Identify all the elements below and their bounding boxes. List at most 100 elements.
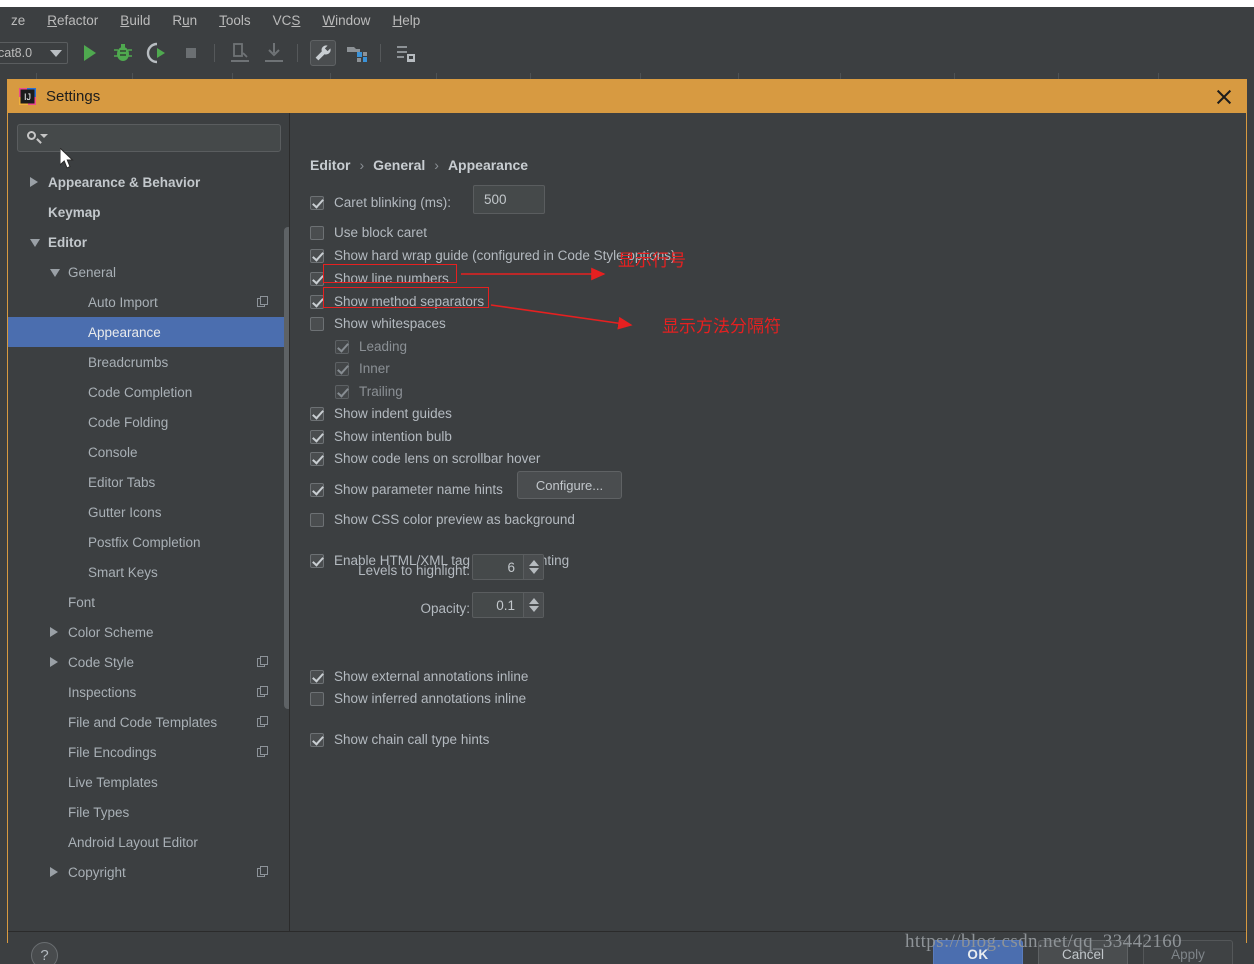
show-chain-call-type-hints-checkbox[interactable] xyxy=(310,732,324,747)
sidebar-item-color-scheme[interactable]: Color Scheme xyxy=(8,617,289,647)
menu-item-run[interactable]: Run xyxy=(161,13,208,28)
caret-blinking-value: 500 xyxy=(484,192,507,207)
sidebar-item-inspections[interactable]: Inspections xyxy=(8,677,289,707)
option-show-code-lens[interactable]: Show code lens on scrollbar hover xyxy=(310,451,540,466)
sidebar-item-file-and-code-templates[interactable]: File and Code Templates xyxy=(8,707,289,737)
sidebar-item-copyright[interactable]: Copyright xyxy=(8,857,289,887)
leading-checkbox[interactable] xyxy=(335,339,349,354)
copy-settings-icon[interactable] xyxy=(257,866,268,877)
chevron-right-icon[interactable] xyxy=(30,177,38,187)
option-show-method-separators[interactable]: Show method separators xyxy=(310,294,484,309)
settings-wrench-icon[interactable] xyxy=(310,40,336,66)
sidebar-item-file-types[interactable]: File Types xyxy=(8,797,289,827)
show-css-color-preview-checkbox[interactable] xyxy=(310,512,324,527)
sidebar-item-breadcrumbs[interactable]: Breadcrumbs xyxy=(8,347,289,377)
breadcrumb-part-general[interactable]: General xyxy=(373,157,425,173)
opacity-spinner[interactable]: 0.1 xyxy=(472,592,544,618)
show-parameter-name-hints-checkbox[interactable] xyxy=(310,482,324,497)
show-hard-wrap-guide-checkbox[interactable] xyxy=(310,248,324,263)
option-show-indent-guides[interactable]: Show indent guides xyxy=(310,406,452,421)
show-whitespaces-checkbox[interactable] xyxy=(310,316,324,331)
spinner-arrows-icon[interactable] xyxy=(523,593,543,617)
option-use-block-caret[interactable]: Use block caret xyxy=(310,225,427,240)
menu-item-refactor[interactable]: Refactor xyxy=(36,13,109,28)
sidebar-item-code-style[interactable]: Code Style xyxy=(8,647,289,677)
sidebar-item-keymap[interactable]: Keymap xyxy=(8,197,289,227)
option-show-intention-bulb[interactable]: Show intention bulb xyxy=(310,429,452,444)
sidebar-item-general[interactable]: General xyxy=(8,257,289,287)
menu-item-window[interactable]: Window xyxy=(311,13,381,28)
sidebar-item-appearance[interactable]: Appearance xyxy=(8,317,289,347)
sidebar-item-auto-import[interactable]: Auto Import xyxy=(8,287,289,317)
sidebar-item-file-encodings[interactable]: File Encodings xyxy=(8,737,289,767)
search-box[interactable] xyxy=(17,124,281,152)
debug-icon[interactable] xyxy=(110,40,136,66)
sidebar-item-live-templates[interactable]: Live Templates xyxy=(8,767,289,797)
sidebar-item-code-folding[interactable]: Code Folding xyxy=(8,407,289,437)
copy-settings-icon[interactable] xyxy=(257,296,268,307)
sidebar-item-appearance-behavior[interactable]: Appearance & Behavior xyxy=(8,167,289,197)
show-intention-bulb-checkbox[interactable] xyxy=(310,429,324,444)
sidebar-item-font[interactable]: Font xyxy=(8,587,289,617)
sidebar-item-gutter-icons[interactable]: Gutter Icons xyxy=(8,497,289,527)
caret-blinking-checkbox[interactable] xyxy=(310,195,324,210)
copy-settings-icon[interactable] xyxy=(257,686,268,697)
trailing-checkbox[interactable] xyxy=(335,384,349,399)
run-icon[interactable] xyxy=(76,40,102,66)
sidebar-item-label: Appearance xyxy=(88,324,161,340)
chevron-right-icon[interactable] xyxy=(50,867,58,877)
search-input[interactable] xyxy=(47,129,280,147)
option-show-whitespaces[interactable]: Show whitespaces xyxy=(310,316,446,331)
sidebar-item-android-layout-editor[interactable]: Android Layout Editor xyxy=(8,827,289,857)
option-trailing[interactable]: Trailing xyxy=(335,384,403,399)
menu-item-vcs[interactable]: VCS xyxy=(262,13,312,28)
levels-to-highlight-spinner[interactable]: 6 xyxy=(472,554,544,580)
use-block-caret-checkbox[interactable] xyxy=(310,225,324,240)
sidebar-item-editor-tabs[interactable]: Editor Tabs xyxy=(8,467,289,497)
menu-item-help[interactable]: Help xyxy=(381,13,431,28)
sidebar-scrollbar[interactable] xyxy=(284,227,289,709)
option-show-line-numbers[interactable]: Show line numbers xyxy=(310,271,449,286)
spinner-arrows-icon[interactable] xyxy=(523,555,543,579)
run-configuration-selector[interactable]: cat8.0 xyxy=(0,42,68,64)
option-show-external-annotations[interactable]: Show external annotations inline xyxy=(310,669,528,684)
show-method-separators-checkbox[interactable] xyxy=(310,294,324,309)
help-button[interactable]: ? xyxy=(31,942,58,964)
chevron-down-icon[interactable] xyxy=(50,269,60,277)
sidebar-item-code-completion[interactable]: Code Completion xyxy=(8,377,289,407)
sidebar-item-smart-keys[interactable]: Smart Keys xyxy=(8,557,289,587)
close-icon[interactable] xyxy=(1214,87,1234,107)
chevron-right-icon[interactable] xyxy=(50,627,58,637)
breadcrumb-part-editor[interactable]: Editor xyxy=(310,157,350,173)
inner-checkbox[interactable] xyxy=(335,361,349,376)
option-show-css-color-preview[interactable]: Show CSS color preview as background xyxy=(310,512,575,527)
sidebar-item-console[interactable]: Console xyxy=(8,437,289,467)
option-show-inferred-annotations[interactable]: Show inferred annotations inline xyxy=(310,691,526,706)
sync-gradle-icon[interactable] xyxy=(393,40,419,66)
option-inner[interactable]: Inner xyxy=(335,361,390,376)
show-inferred-annotations-checkbox[interactable] xyxy=(310,691,324,706)
show-indent-guides-checkbox[interactable] xyxy=(310,406,324,421)
sidebar-item-partial[interactable] xyxy=(8,887,289,901)
sidebar-item-postfix-completion[interactable]: Postfix Completion xyxy=(8,527,289,557)
copy-settings-icon[interactable] xyxy=(257,746,268,757)
menu-item-ze[interactable]: ze xyxy=(0,13,36,28)
show-code-lens-checkbox[interactable] xyxy=(310,451,324,466)
menu-item-tools[interactable]: Tools xyxy=(208,13,262,28)
caret-blinking-input[interactable]: 500 xyxy=(473,185,545,214)
show-line-numbers-checkbox[interactable] xyxy=(310,271,324,286)
configure-button[interactable]: Configure... xyxy=(517,471,622,499)
option-leading[interactable]: Leading xyxy=(335,339,407,354)
sidebar-item-editor[interactable]: Editor xyxy=(8,227,289,257)
show-external-annotations-checkbox[interactable] xyxy=(310,669,324,684)
run-with-coverage-icon[interactable] xyxy=(144,40,170,66)
project-structure-icon[interactable] xyxy=(344,40,370,66)
chevron-right-icon[interactable] xyxy=(50,657,58,667)
copy-settings-icon[interactable] xyxy=(257,656,268,667)
option-show-parameter-name-hints[interactable]: Show parameter name hints xyxy=(310,482,503,497)
option-caret-blinking[interactable]: Caret blinking (ms): xyxy=(310,195,451,210)
menu-item-build[interactable]: Build xyxy=(109,13,161,28)
chevron-down-icon[interactable] xyxy=(30,239,40,247)
copy-settings-icon[interactable] xyxy=(257,716,268,727)
option-show-chain-call-type-hints[interactable]: Show chain call type hints xyxy=(310,732,489,747)
